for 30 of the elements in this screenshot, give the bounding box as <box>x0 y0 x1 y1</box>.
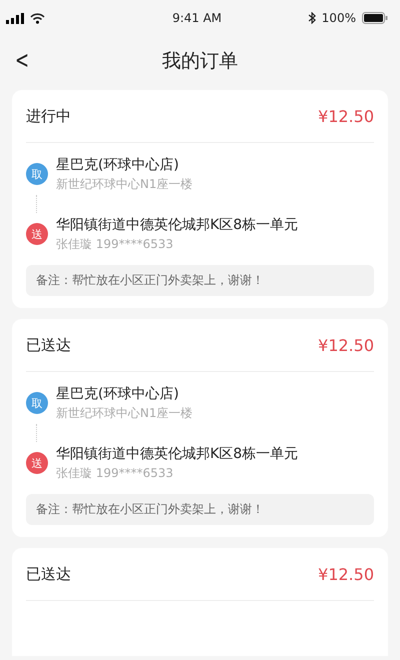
route-line <box>36 424 37 442</box>
recipient-contact: 张佳璇 199****6533 <box>56 465 174 482</box>
bluetooth-icon <box>308 12 316 24</box>
delivery-address: 华阳镇街道中德英伦城邦K区8栋一单元 <box>56 445 298 464</box>
store-name: 星巴克(环球中心店) <box>56 385 180 404</box>
back-button[interactable]: < <box>12 46 32 74</box>
route-line <box>36 195 37 213</box>
battery-percent: 100% <box>322 11 356 25</box>
page-title: 我的订单 <box>162 49 238 74</box>
delivery-badge: 送 <box>26 223 48 245</box>
delivery-badge: 送 <box>26 452 48 474</box>
order-price: ¥12.50 <box>318 336 374 354</box>
order-note: 备注：帮忙放在小区正门外卖架上，谢谢！ <box>26 265 374 296</box>
recipient-contact: 张佳璇 199****6533 <box>56 236 174 253</box>
order-status: 已送达 <box>26 564 71 584</box>
order-status: 已送达 <box>26 336 71 354</box>
order-status: 进行中 <box>26 106 71 126</box>
order-price: ¥12.50 <box>318 564 374 584</box>
order-price: ¥12.50 <box>318 106 374 126</box>
status-time: 9:41 AM <box>172 11 222 25</box>
delivery-address: 华阳镇街道中德英伦城邦K区8栋一单元 <box>56 216 298 235</box>
store-address: 新世纪环球中心N1座一楼 <box>56 405 193 422</box>
signal-icon <box>6 12 24 24</box>
order-note: 备注：帮忙放在小区正门外卖架上，谢谢！ <box>26 494 374 525</box>
battery-icon <box>362 12 388 24</box>
pickup-badge: 取 <box>26 392 48 414</box>
store-address: 新世纪环球中心N1座一楼 <box>56 176 193 193</box>
store-name: 星巴克(环球中心店) <box>56 156 180 175</box>
wifi-icon <box>30 12 45 24</box>
pickup-badge: 取 <box>26 163 48 185</box>
